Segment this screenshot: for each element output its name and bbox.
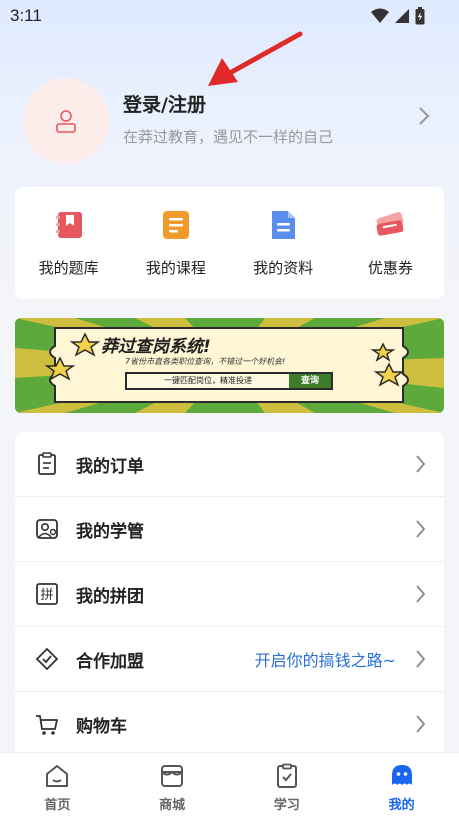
profile-subtitle: 在莽过教育，遇见不一样的自己 (123, 128, 334, 146)
svg-text:拼: 拼 (40, 588, 53, 603)
menu-extra: 开启你的搞钱之路~ (254, 651, 396, 670)
banner-search-bar[interactable]: 一键匹配岗位，精准投递 查询 (125, 372, 333, 390)
order-icon (35, 452, 59, 476)
quick-link-materials[interactable]: 我的资料 (230, 187, 337, 299)
chevron-right-icon[interactable] (418, 106, 430, 126)
question-bank-icon (52, 208, 86, 242)
bottom-navigation: 首页 商城 学习 我的 (0, 752, 459, 816)
menu-item-cart[interactable]: 购物车 (15, 692, 444, 757)
profile-icon (388, 762, 416, 790)
arrow-annotation-icon (208, 31, 303, 86)
quick-link-label: 我的资料 (253, 259, 314, 277)
menu-item-orders[interactable]: 我的订单 (15, 432, 444, 497)
menu-label: 购物车 (76, 717, 127, 737)
banner-title: 莽过查岗系统! (101, 337, 211, 357)
signal-icon (395, 9, 409, 23)
menu-item-tutor[interactable]: 我的学管 (15, 497, 444, 562)
chevron-right-icon (416, 650, 426, 668)
nav-tab-profile[interactable]: 我的 (344, 753, 459, 816)
nav-label: 学习 (273, 798, 300, 813)
nav-tab-store[interactable]: 商城 (115, 753, 230, 816)
menu-label: 合作加盟 (76, 651, 144, 672)
quick-link-courses[interactable]: 我的课程 (122, 187, 229, 299)
nav-label: 商城 (159, 798, 186, 813)
wifi-icon (371, 8, 389, 23)
avatar[interactable] (23, 78, 109, 164)
menu-label: 我的订单 (76, 456, 144, 477)
nav-label: 我的 (388, 798, 415, 813)
store-icon (158, 762, 186, 790)
quick-link-label: 我的题库 (38, 259, 99, 277)
quick-link-coupons[interactable]: 优惠券 (337, 187, 444, 299)
menu-item-partnership[interactable]: 合作加盟 开启你的搞钱之路~ (15, 627, 444, 692)
chevron-right-icon (416, 585, 426, 603)
nav-label: 首页 (44, 798, 71, 813)
login-register-link[interactable]: 登录/注册 (123, 90, 206, 117)
menu-label: 我的拼团 (76, 586, 144, 607)
home-icon (43, 762, 71, 790)
group-buy-icon: 拼 (35, 582, 59, 606)
partnership-icon (35, 647, 59, 671)
chevron-right-icon (416, 455, 426, 473)
battery-icon (415, 7, 425, 25)
status-time: 3:11 (10, 6, 42, 25)
quick-links-card: 我的题库 我的课程 我的资料 优惠券 (15, 187, 444, 299)
coupon-icon (373, 208, 407, 242)
nav-tab-study[interactable]: 学习 (230, 753, 345, 816)
cart-icon (35, 713, 59, 737)
job-search-banner[interactable]: 莽过查岗系统! 7省份市直各类职位查询，不错过一个好机会! 一键匹配岗位，精准投… (15, 318, 444, 413)
chevron-right-icon (416, 715, 426, 733)
banner-subtitle: 7省份市直各类职位查询，不错过一个好机会! (125, 357, 286, 366)
user-icon (56, 110, 76, 133)
quick-link-question-bank[interactable]: 我的题库 (15, 187, 122, 299)
banner-search-text: 一键匹配岗位，精准投递 (164, 376, 252, 385)
quick-link-label: 优惠券 (367, 259, 413, 277)
document-icon (266, 208, 300, 242)
menu-item-group-buy[interactable]: 拼 我的拼团 (15, 562, 444, 627)
tutor-icon (35, 517, 59, 541)
menu-label: 我的学管 (76, 521, 144, 542)
quick-link-label: 我的课程 (145, 259, 206, 277)
study-icon (273, 762, 301, 790)
status-icons (371, 7, 425, 25)
nav-tab-home[interactable]: 首页 (0, 753, 115, 816)
chevron-right-icon (416, 520, 426, 538)
banner-search-button[interactable]: 查询 (289, 374, 331, 388)
course-icon (159, 208, 193, 242)
menu-list: 我的订单 我的学管 拼 我的拼团 合作加盟 开启你的搞钱之路~ 购物车 (15, 432, 444, 762)
